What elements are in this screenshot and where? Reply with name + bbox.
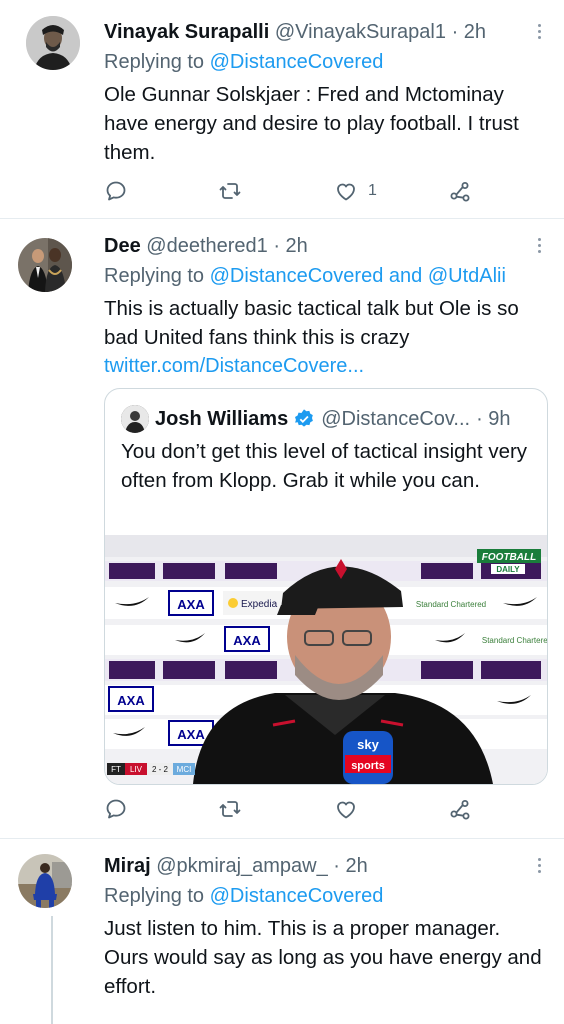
tweet-header: Miraj @pkmiraj_ampaw_ · 2h xyxy=(104,854,368,878)
quoted-tweet-link[interactable]: twitter.com/DistanceCovere... xyxy=(104,354,364,378)
replying-label: Replying to xyxy=(104,51,205,73)
mention-link[interactable]: @DistanceCovered xyxy=(210,51,384,73)
thread-line xyxy=(51,916,53,1024)
svg-text:AXA: AXA xyxy=(233,633,261,648)
tweet-actions: 1 xyxy=(104,176,484,206)
reply-icon xyxy=(106,799,126,819)
reply-button[interactable] xyxy=(104,794,128,824)
share-button[interactable] xyxy=(448,176,472,206)
quoted-tweet[interactable]: Josh Williams @DistanceCov... · 9h You d… xyxy=(104,388,548,785)
svg-text:Standard Chartered: Standard Chartered xyxy=(482,636,547,645)
like-count: 1 xyxy=(368,182,377,199)
svg-text:AXA: AXA xyxy=(117,693,145,708)
more-icon[interactable] xyxy=(538,238,542,256)
tweet-text: Ole Gunnar Solskjaer : Fred and Mctomina… xyxy=(104,83,519,164)
display-name[interactable]: Dee xyxy=(104,235,141,257)
tweet-text: This is actually basic tactical talk but… xyxy=(104,297,519,349)
tweet-header: Vinayak Surapalli @VinayakSurapal1 · 2h xyxy=(104,20,486,44)
tweet-dee[interactable]: Dee @deethered1 · 2h Replying to @Distan… xyxy=(0,218,564,839)
score-ft: FT xyxy=(111,765,121,774)
svg-text:Expedia: Expedia xyxy=(241,599,278,610)
like-icon xyxy=(337,183,355,201)
retweet-button[interactable] xyxy=(218,794,242,824)
share-icon xyxy=(450,800,470,820)
mention-link[interactable]: @DistanceCovered xyxy=(210,885,384,907)
display-name[interactable]: Vinayak Surapalli xyxy=(104,21,269,43)
quoted-tweet-text: You don’t get this level of tactical ins… xyxy=(121,440,528,492)
verified-badge-icon xyxy=(295,409,314,427)
quoted-tweet-header: Josh Williams @DistanceCov... · 9h xyxy=(121,405,511,433)
tweet-text: Just listen to him. This is a proper man… xyxy=(104,917,542,998)
timestamp[interactable]: · 2h xyxy=(333,855,367,877)
quoted-display-name[interactable]: Josh Williams xyxy=(155,407,288,431)
mic-brand-top: sky xyxy=(357,737,379,752)
avatar-vinayak[interactable] xyxy=(26,16,80,70)
user-handle[interactable]: @VinayakSurapal1 xyxy=(275,21,446,43)
quoted-video-thumbnail[interactable]: AXA Expedia Standard Chartered AXA Stand… xyxy=(105,535,547,784)
reply-button[interactable] xyxy=(104,176,128,206)
timestamp[interactable]: · 2h xyxy=(452,21,486,43)
replying-label: Replying to xyxy=(104,265,205,287)
share-button[interactable] xyxy=(448,794,472,824)
retweet-button[interactable] xyxy=(218,176,242,206)
share-icon xyxy=(450,182,470,202)
user-handle[interactable]: @deethered1 xyxy=(146,235,268,257)
score-team2: MCI xyxy=(177,765,192,774)
badge-top: FOOTBALL xyxy=(482,552,536,563)
retweet-icon xyxy=(219,183,241,199)
display-name[interactable]: Miraj xyxy=(104,855,151,877)
timestamp[interactable]: · 2h xyxy=(273,235,307,257)
quoted-avatar[interactable] xyxy=(121,405,149,433)
tweet-header: Dee @deethered1 · 2h xyxy=(104,234,308,258)
like-button[interactable]: 1 xyxy=(334,176,377,206)
like-button[interactable] xyxy=(334,794,358,824)
mention-link[interactable]: @DistanceCovered and @UtdAlii xyxy=(210,265,506,287)
svg-text:Standard Chartered: Standard Chartered xyxy=(416,600,486,609)
quoted-user-handle[interactable]: @DistanceCov... xyxy=(321,407,470,431)
avatar-dee[interactable] xyxy=(18,238,72,292)
replying-to: Replying to @DistanceCovered and @UtdAli… xyxy=(104,264,506,288)
badge-bottom: DAILY xyxy=(496,565,520,574)
score-value: 2 - 2 xyxy=(152,765,169,774)
avatar-miraj[interactable] xyxy=(18,854,72,908)
replying-label: Replying to xyxy=(104,885,205,907)
score-team1: LIV xyxy=(130,765,143,774)
more-icon[interactable] xyxy=(538,24,542,42)
svg-text:AXA: AXA xyxy=(177,597,205,612)
more-icon[interactable] xyxy=(538,858,542,876)
svg-text:AXA: AXA xyxy=(177,727,205,742)
like-icon xyxy=(337,801,355,819)
tweet-vinayak[interactable]: Vinayak Surapalli @VinayakSurapal1 · 2h … xyxy=(0,0,564,219)
tweet-miraj[interactable]: Miraj @pkmiraj_ampaw_ · 2h Replying to @… xyxy=(0,838,564,1024)
user-handle[interactable]: @pkmiraj_ampaw_ xyxy=(156,855,327,877)
replying-to: Replying to @DistanceCovered xyxy=(104,884,383,908)
mic-brand-bottom: sports xyxy=(351,760,385,772)
reply-icon xyxy=(106,181,126,201)
tweet-actions xyxy=(104,794,484,824)
retweet-icon xyxy=(219,801,241,817)
quoted-timestamp[interactable]: · 9h xyxy=(476,407,510,431)
replying-to: Replying to @DistanceCovered xyxy=(104,50,383,74)
